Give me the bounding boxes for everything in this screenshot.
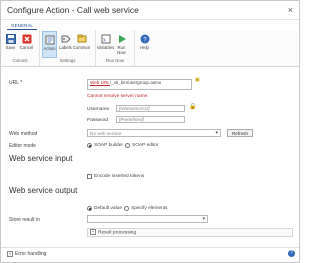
default-value-label: Default value [94,206,122,211]
url-error-message: Cannot resolve server name. [87,94,149,99]
common-icon [76,33,87,44]
store-result-label: Store result in [9,217,40,223]
settings-group-label: Settings [59,58,76,63]
variables-icon: x [100,33,111,44]
common-label: Common [72,45,91,50]
default-value-radio[interactable] [87,206,92,211]
editor-mode-label: Editor mode [9,143,36,149]
help-icon[interactable]: ? [288,250,295,257]
common-button[interactable]: Common [72,31,91,58]
specify-elements-label: Specify elements [131,206,168,211]
expand-plus-icon: + [90,229,96,235]
save-icon [5,33,16,44]
lock-icon[interactable]: 🔒 [189,103,196,110]
configure-action-dialog: Configure Action - Call web service × GE… [0,0,301,263]
help-icon: ? [139,33,150,44]
commit-group-label: Commit [12,58,28,63]
encode-tokens-checkbox[interactable] [87,174,92,179]
error-handling-section[interactable]: + Error handling ? [1,247,301,260]
close-icon[interactable]: × [288,5,293,15]
cancel-label: Cancel [19,45,34,50]
save-button[interactable]: Save [3,31,18,58]
tab-general[interactable]: GENERAL [7,22,37,30]
ribbon-group-help: ? Help [135,30,157,66]
run-now-icon [116,33,127,44]
url-label: URL * [9,80,23,86]
chevron-down-icon: ▾ [202,216,205,222]
ribbon-group-run-now: x Variables Run Now Run Now [96,30,135,66]
web-method-select[interactable]: No web service ▾ [87,129,221,137]
web-method-value: No web service [90,131,122,136]
refresh-button[interactable]: Refresh [227,129,253,137]
password-label: Password [87,118,109,123]
run-now-button[interactable]: Run Now [114,31,129,58]
ribbon-group-settings: Action Labels Common Settings [40,30,96,66]
store-result-select[interactable]: ▾ [87,215,208,223]
ribbon: Save Cancel Commit Action Labels Common … [1,30,299,67]
url-field-token[interactable]: Web URL [90,80,110,85]
password-value: [Predefined] [119,117,144,122]
action-label: Action [43,46,56,51]
soap-builder-label: SOAP builder [94,143,123,148]
run-now-group-label: Run Now [105,58,125,63]
title-bar: Configure Action - Call web service × [1,1,299,20]
variables-label: Variables [96,45,115,50]
cancel-icon [21,33,32,44]
ribbon-group-commit: Save Cancel Commit [1,30,40,66]
url-field-path: /_vti_bin/usergroup.asmx [109,80,162,85]
labels-icon [60,33,71,44]
cancel-button[interactable]: Cancel [19,31,34,58]
specify-elements-radio[interactable] [124,206,129,211]
action-icon [44,34,55,45]
url-field[interactable]: Web URL/_vti_bin/usergroup.asmx [87,79,192,90]
insert-reference-icon[interactable]: ▣ [195,77,200,83]
soap-editor-radio[interactable] [125,143,130,148]
error-handling-label: Error handling [15,251,47,257]
expand-plus-icon: + [7,251,13,257]
soap-builder-radio[interactable] [87,143,92,148]
save-label: Save [5,45,16,50]
result-processing-label: Result processing [98,230,137,236]
ribbon-tabs: GENERAL [1,20,299,30]
username-label: Username [87,107,110,112]
chevron-down-icon: ▾ [215,130,218,136]
labels-label: Labels [59,45,72,50]
help-label: Help [140,45,149,50]
web-service-input-heading: Web service input [9,154,73,163]
result-processing-expander[interactable]: + Result processing [87,228,293,237]
encode-tokens-label: Encode inserted tokens [94,174,145,179]
dialog-title: Configure Action - Call web service [7,5,139,15]
variables-button[interactable]: x Variables [96,31,115,58]
run-now-label: Run Now [117,45,126,55]
help-button[interactable]: ? Help [137,31,152,58]
username-value: [NintexInvAcct] [119,106,150,111]
username-field[interactable]: [NintexInvAcct] [116,105,185,112]
labels-button[interactable]: Labels [58,31,73,58]
svg-text:x: x [103,37,106,43]
action-button[interactable]: Action [42,31,57,58]
web-method-label: Web method [9,131,38,137]
web-service-output-heading: Web service output [9,186,78,195]
password-field[interactable]: [Predefined] [116,116,185,123]
soap-editor-label: SOAP editor [132,143,159,148]
